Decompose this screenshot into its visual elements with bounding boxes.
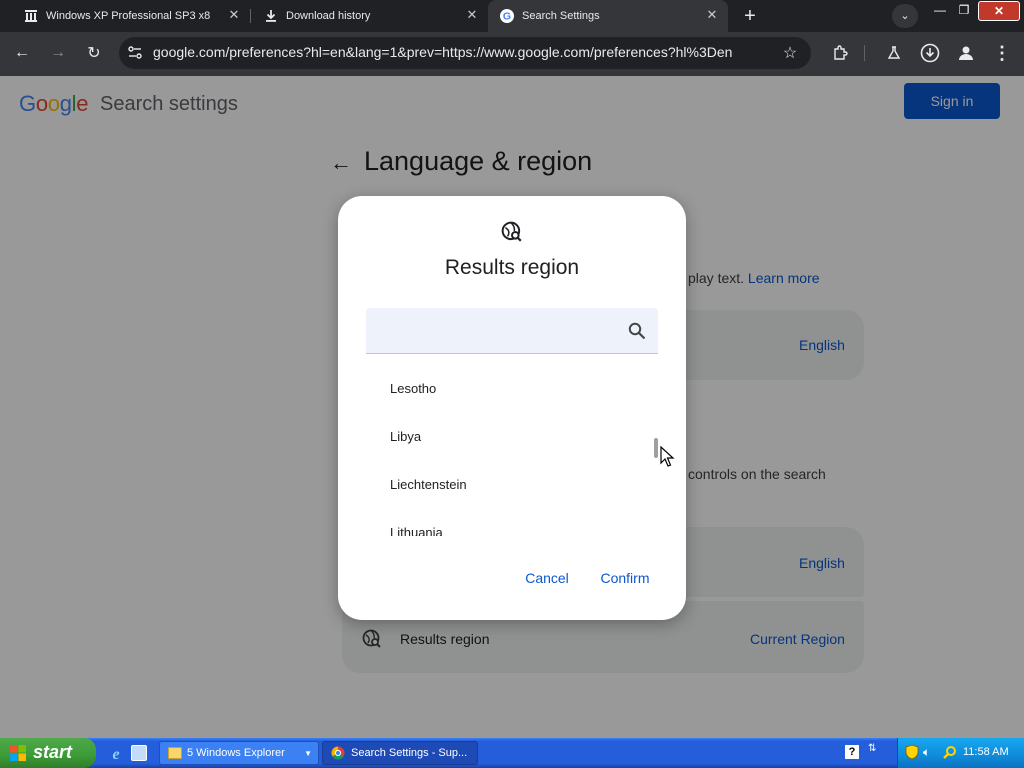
taskbar-item-label: Search Settings - Sup... [351, 747, 468, 759]
list-item[interactable]: Lesotho [390, 381, 436, 396]
menu-kebab-icon[interactable]: ⋮ [988, 39, 1016, 67]
search-icon[interactable] [628, 322, 646, 340]
tab-download-history[interactable]: Download history ✕ [240, 0, 488, 32]
cancel-button[interactable]: Cancel [516, 566, 578, 590]
close-icon[interactable]: ✕ [464, 7, 480, 23]
start-label: start [33, 742, 73, 762]
taskbar-item-search-settings[interactable]: Search Settings - Sup... [322, 741, 478, 765]
download-icon [264, 9, 278, 23]
new-tab-icon[interactable]: + [736, 2, 764, 30]
toolbar-divider [864, 45, 865, 61]
forward-icon[interactable]: → [44, 39, 72, 67]
google-icon: G [500, 9, 514, 23]
labs-flask-icon[interactable] [880, 39, 908, 67]
internet-explorer-icon[interactable]: e [108, 745, 124, 763]
windows-logo-icon [10, 745, 26, 761]
chevron-down-icon: ▼ [304, 748, 312, 758]
tab-title: Windows XP Professional SP3 x86 [46, 10, 210, 22]
reload-icon[interactable]: ↻ [80, 39, 108, 67]
language-bar-icon[interactable]: ⇅ [868, 743, 880, 759]
region-search-field[interactable] [366, 308, 658, 354]
archive-icon [24, 9, 38, 23]
downloads-icon[interactable] [916, 39, 944, 67]
svg-text:e: e [112, 746, 119, 761]
region-search-input[interactable] [376, 320, 620, 342]
country-list: Lesotho Libya Liechtenstein Lithuania [366, 356, 658, 536]
svg-text:G: G [503, 11, 511, 23]
tab-search-settings[interactable]: G Search Settings ✕ [488, 0, 728, 32]
help-icon[interactable]: ? [845, 745, 859, 759]
clock: 11:58 AM [963, 746, 1009, 758]
mouse-cursor-icon [660, 445, 676, 468]
confirm-button[interactable]: Confirm [594, 566, 656, 590]
extensions-icon[interactable] [826, 39, 854, 67]
tab-title: Download history [286, 10, 371, 22]
start-button[interactable]: start [0, 738, 96, 768]
globe-search-icon [501, 221, 523, 243]
maximize-icon[interactable]: ❐ [952, 1, 976, 19]
list-scrollbar[interactable] [654, 438, 658, 458]
search-icon[interactable] [943, 745, 957, 759]
url-text: google.com/preferences?hl=en&lang=1&prev… [153, 44, 733, 60]
list-item[interactable]: Liechtenstein [390, 477, 467, 492]
show-desktop-icon[interactable] [131, 745, 147, 761]
list-item[interactable]: Lithuania [390, 525, 443, 536]
folder-icon [168, 747, 182, 759]
speaker-icon[interactable]: 🔈︎ [923, 745, 937, 759]
close-window-icon[interactable]: ✕ [978, 1, 1020, 21]
bookmark-star-icon[interactable]: ☆ [776, 39, 804, 67]
list-item[interactable]: Libya [390, 429, 421, 444]
minimize-icon[interactable]: — [928, 1, 952, 19]
tab-search-chevron-icon[interactable]: ⌄ [892, 4, 918, 28]
close-icon[interactable]: ✕ [704, 7, 720, 23]
security-shield-icon[interactable] [905, 744, 919, 760]
dialog-title: Results region [444, 256, 580, 279]
chrome-icon [331, 746, 345, 760]
taskbar-item-label: 5 Windows Explorer [187, 747, 285, 759]
profile-icon[interactable] [952, 39, 980, 67]
site-info-icon[interactable] [126, 44, 144, 62]
back-icon[interactable]: ← [8, 39, 36, 67]
tab-title: Search Settings [522, 10, 600, 22]
tab-windows-xp[interactable]: Windows XP Professional SP3 x86 ✕ [0, 0, 250, 32]
taskbar-item-windows-explorer[interactable]: 5 Windows Explorer ▼ [159, 741, 319, 765]
